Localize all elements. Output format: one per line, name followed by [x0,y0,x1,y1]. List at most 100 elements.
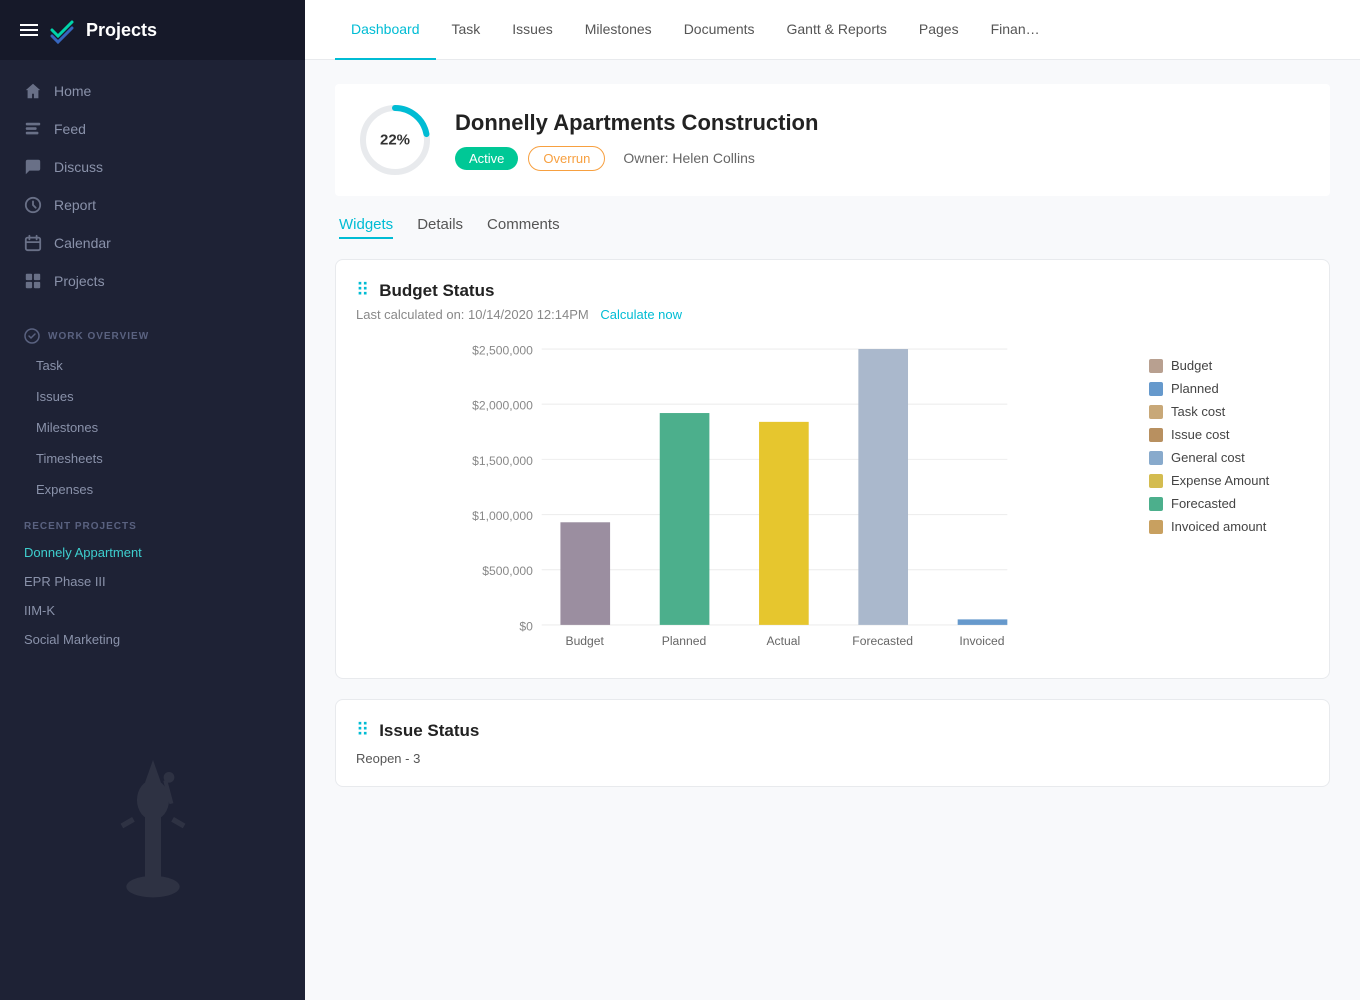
recent-project-donnely[interactable]: Donnely Appartment [0,538,305,567]
issue-grid-icon: ⠿ [356,720,369,741]
sidebar-item-home[interactable]: Home [0,72,305,110]
svg-text:Budget: Budget [565,634,604,648]
budget-widget: ⠿ Budget Status Last calculated on: 10/1… [335,259,1330,679]
sidebar-watermark [53,700,253,900]
sidebar-item-issues[interactable]: Issues [0,381,305,412]
main-content: Dashboard Task Issues Milestones Documen… [305,0,1360,1000]
top-nav-pages[interactable]: Pages [903,0,975,60]
owner-text: Owner: Helen Collins [623,150,755,166]
home-icon [24,82,42,100]
legend-issue-cost: Issue cost [1149,427,1309,442]
legend-label-issue-cost: Issue cost [1171,427,1230,442]
sidebar-item-feed[interactable]: Feed [0,110,305,148]
legend-budget: Budget [1149,358,1309,373]
top-nav-issues[interactable]: Issues [496,0,568,60]
legend-color-expense [1149,474,1163,488]
tab-details[interactable]: Details [417,216,463,239]
top-nav-dashboard[interactable]: Dashboard [335,0,436,60]
progress-label: 22% [380,132,410,149]
svg-text:Planned: Planned [662,634,707,648]
legend-color-issue-cost [1149,428,1163,442]
report-icon [24,196,42,214]
sidebar-item-home-label: Home [54,83,91,99]
svg-text:$0: $0 [519,619,533,633]
brand-name: Projects [86,20,157,41]
bar-planned [660,413,710,625]
legend-label-task-cost: Task cost [1171,404,1225,419]
recent-project-epr[interactable]: EPR Phase III [0,567,305,596]
work-overview-label: WORK OVERVIEW [48,331,149,342]
bar-budget [560,522,610,625]
project-info: Donnelly Apartments Construction Active … [455,110,1310,171]
svg-text:Actual: Actual [766,634,800,648]
sidebar: Projects Home Feed Discuss Report [0,0,305,1000]
legend-task-cost: Task cost [1149,404,1309,419]
progress-circle: 22% [355,100,435,180]
bar-forecasted [858,349,908,625]
top-nav-documents[interactable]: Documents [668,0,771,60]
svg-text:$1,500,000: $1,500,000 [472,454,533,468]
legend-color-planned [1149,382,1163,396]
issue-widget-header: ⠿ Issue Status [356,720,1309,741]
work-overview-section: WORK OVERVIEW [0,312,305,350]
tab-comments[interactable]: Comments [487,216,560,239]
budget-grid-icon: ⠿ [356,280,369,301]
project-header: 22% Donnelly Apartments Construction Act… [335,84,1330,196]
chart-area: $2,500,000 $2,000,000 $1,500,000 $1,000,… [356,338,1129,658]
svg-text:Forecasted: Forecasted [852,634,913,648]
sidebar-item-milestones[interactable]: Milestones [0,412,305,443]
sidebar-item-expenses[interactable]: Expenses [0,474,305,505]
top-nav-milestones[interactable]: Milestones [569,0,668,60]
legend-invoiced: Invoiced amount [1149,519,1309,534]
legend-label-invoiced: Invoiced amount [1171,519,1266,534]
recent-projects-section: RECENT PROJECTS [0,505,305,538]
legend-color-invoiced [1149,520,1163,534]
issue-widget-title: Issue Status [379,721,479,741]
bar-invoiced [958,619,1008,625]
top-nav: Dashboard Task Issues Milestones Documen… [305,0,1360,60]
svg-text:$500,000: $500,000 [482,564,533,578]
svg-text:$1,000,000: $1,000,000 [472,509,533,523]
recent-project-social[interactable]: Social Marketing [0,625,305,654]
sidebar-item-report-label: Report [54,197,96,213]
calendar-icon [24,234,42,252]
work-overview-icon [24,328,40,344]
calculate-now-link[interactable]: Calculate now [600,307,682,322]
sidebar-item-calendar[interactable]: Calendar [0,224,305,262]
legend-label-budget: Budget [1171,358,1212,373]
sidebar-item-discuss[interactable]: Discuss [0,148,305,186]
budget-widget-header: ⠿ Budget Status [356,280,1309,301]
sidebar-item-task[interactable]: Task [0,350,305,381]
budget-widget-title: Budget Status [379,281,494,301]
issue-widget: ⠿ Issue Status Reopen - 3 [335,699,1330,787]
legend-label-planned: Planned [1171,381,1219,396]
feed-icon [24,120,42,138]
sidebar-item-discuss-label: Discuss [54,159,103,175]
recent-project-iimk[interactable]: IIM-K [0,596,305,625]
legend-label-general-cost: General cost [1171,450,1245,465]
legend-forecasted: Forecasted [1149,496,1309,511]
tab-widgets[interactable]: Widgets [339,216,393,239]
sidebar-item-projects[interactable]: Projects [0,262,305,300]
svg-text:$2,500,000: $2,500,000 [472,344,533,358]
legend-label-expense: Expense Amount [1171,473,1269,488]
sidebar-nav: Home Feed Discuss Report C [0,60,305,312]
legend-expense-amount: Expense Amount [1149,473,1309,488]
budget-bar-chart: $2,500,000 $2,000,000 $1,500,000 $1,000,… [356,338,1129,658]
sidebar-item-report[interactable]: Report [0,186,305,224]
project-title: Donnelly Apartments Construction [455,110,1310,136]
reopen-badge: Reopen - 3 [356,751,420,766]
svg-text:Invoiced: Invoiced [959,634,1004,648]
sidebar-item-projects-label: Projects [54,273,105,289]
sidebar-item-timesheets[interactable]: Timesheets [0,443,305,474]
top-nav-finance[interactable]: Finan… [975,0,1056,60]
top-nav-task[interactable]: Task [436,0,497,60]
bar-actual [759,422,809,625]
top-nav-gantt[interactable]: Gantt & Reports [771,0,903,60]
projects-icon [24,272,42,290]
chart-legend: Budget Planned Task cost Issue cost [1149,338,1309,658]
legend-planned: Planned [1149,381,1309,396]
hamburger-icon[interactable] [20,24,38,36]
sub-tabs: Widgets Details Comments [335,216,1330,239]
svg-text:$2,000,000: $2,000,000 [472,399,533,413]
